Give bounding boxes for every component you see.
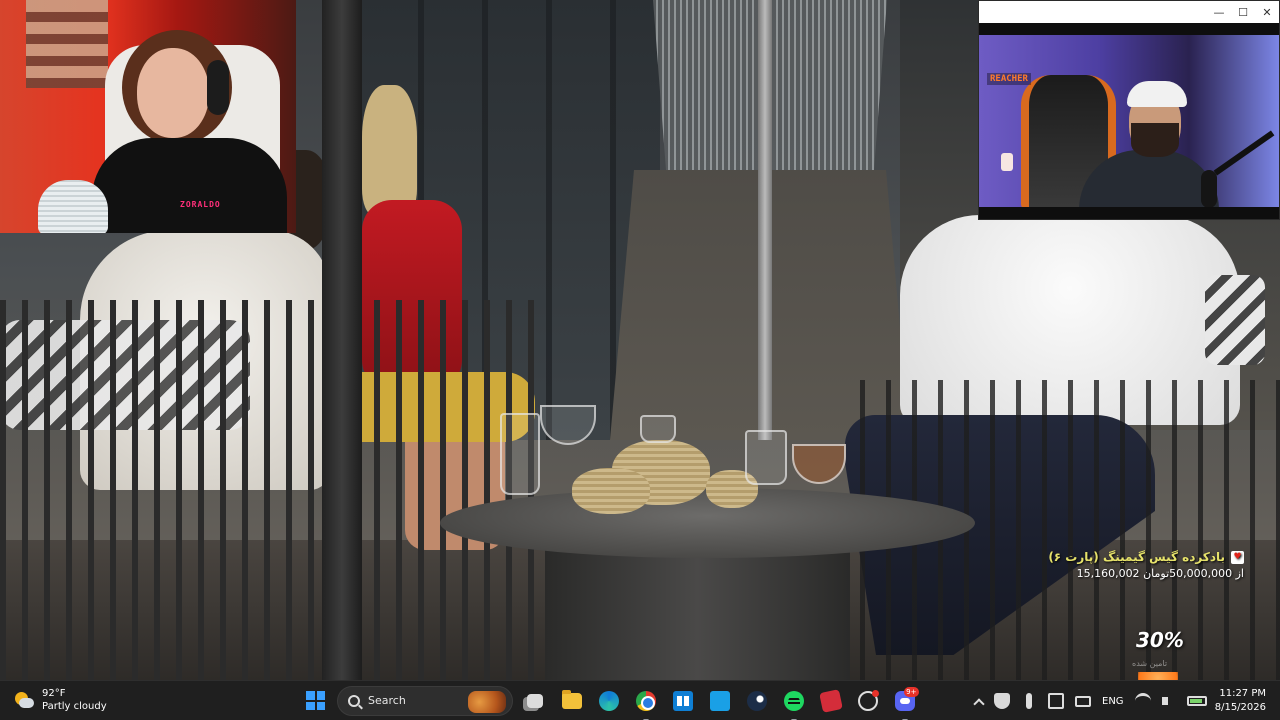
microphone-icon — [1201, 170, 1217, 207]
start-button[interactable] — [300, 685, 331, 716]
search-placeholder: Search — [368, 694, 406, 707]
dark-pillar — [322, 0, 362, 680]
weather-text: 92°F Partly cloudy — [42, 687, 107, 713]
stream-window[interactable]: — ☐ ✕ REACHER — [978, 0, 1280, 220]
wall-photos — [26, 0, 108, 88]
clock-app-icon — [857, 689, 879, 711]
clock-date: 8/15/2026 — [1214, 702, 1266, 713]
app-tray-icon[interactable] — [1048, 693, 1064, 709]
file-explorer-icon — [561, 689, 582, 709]
clock-app-button[interactable] — [852, 685, 883, 716]
discord-button[interactable]: 9+ — [889, 685, 920, 720]
microsoft-store-button[interactable] — [667, 685, 698, 716]
file-explorer-button[interactable] — [556, 685, 587, 716]
neon-sign: REACHER — [987, 73, 1031, 85]
edge-icon — [598, 690, 619, 711]
taskbar-center: Search 9+ — [300, 685, 920, 720]
shirt-logo: ZORALDO — [180, 200, 221, 209]
wine-glass — [745, 430, 787, 485]
close-button[interactable]: ✕ — [1255, 1, 1279, 23]
heart-icon: ♥ — [1231, 550, 1244, 564]
network-icon[interactable] — [1134, 693, 1151, 709]
maximize-button[interactable]: ☐ — [1231, 1, 1255, 23]
chrome-button[interactable] — [630, 685, 661, 720]
goal-percent: 30% — [1136, 628, 1184, 652]
search-icon — [348, 694, 360, 707]
tall-glass — [500, 413, 540, 495]
patio-heater-pole — [758, 0, 772, 440]
spotify-button[interactable] — [778, 685, 809, 720]
task-view-icon — [526, 693, 543, 708]
discord-badge: 9+ — [904, 686, 919, 697]
headset-icon — [207, 60, 229, 115]
streamer-shirt — [92, 138, 287, 233]
cocktail-glass — [792, 444, 846, 484]
lamp — [1001, 153, 1013, 171]
screen: ZORALDO — ☐ ✕ REACHER بادکرده گیس گیمینگ… — [0, 0, 1280, 720]
goal-title: بادکرده گیس گیمینگ (پارت ۶) — [1048, 550, 1225, 564]
language-indicator[interactable]: ENG — [1102, 696, 1124, 707]
search-highlight-image — [468, 690, 506, 713]
woman-hair — [362, 85, 417, 215]
sync-button[interactable] — [704, 685, 735, 716]
white-cap — [1127, 81, 1187, 107]
streamer-beard — [1131, 123, 1179, 157]
volume-icon[interactable] — [1161, 697, 1176, 705]
webcam-overlay-left: ZORALDO — [0, 0, 296, 233]
mic-arm — [1213, 130, 1275, 176]
windows-start-icon — [306, 691, 325, 710]
microphone-icon — [38, 180, 108, 233]
water-glass — [640, 415, 676, 443]
streamer-camera-feed: REACHER — [979, 35, 1279, 207]
woven-basket-medium — [572, 468, 650, 514]
table-base — [545, 540, 850, 680]
goal-title-row: بادکرده گیس گیمینگ (پارت ۶) ♥ — [1048, 550, 1244, 564]
chrome-icon — [635, 690, 656, 711]
discord-icon: 9+ — [894, 686, 919, 711]
cards-button[interactable] — [815, 685, 846, 716]
security-icon[interactable] — [994, 693, 1010, 709]
streamer-face — [137, 48, 209, 138]
taskbar-clock[interactable]: 11:27 PM 8/15/2026 — [1215, 687, 1266, 715]
sync-icon — [709, 690, 730, 711]
microphone-icon[interactable] — [1026, 693, 1032, 709]
partly-cloudy-icon — [14, 690, 34, 710]
clock-time: 11:27 PM — [1219, 688, 1266, 699]
show-hidden-icons-chevron-icon[interactable] — [973, 697, 985, 710]
donation-goal: بادکرده گیس گیمینگ (پارت ۶) ♥ 15,160,002… — [1048, 550, 1244, 580]
weather-condition: Partly cloudy — [42, 701, 107, 712]
edge-button[interactable] — [593, 685, 624, 716]
window-titlebar[interactable]: — ☐ ✕ — [979, 1, 1279, 23]
minimize-button[interactable]: — — [1207, 1, 1231, 23]
goal-percent-label: تامین شده — [1132, 659, 1168, 668]
task-view-button[interactable] — [519, 685, 550, 716]
cards-icon — [818, 688, 843, 713]
keyboard-icon[interactable] — [1075, 695, 1091, 707]
chevron-cushion-right — [1205, 275, 1265, 365]
goal-amount: 15,160,002 از 50,000,000تومان — [1076, 567, 1244, 580]
weather-widget[interactable]: 92°F Partly cloudy — [14, 687, 107, 713]
taskbar-search[interactable]: Search — [337, 685, 513, 716]
microsoft-store-icon — [672, 690, 693, 711]
taskbar: 92°F Partly cloudy Search 9+ ENG 11:27 P… — [0, 680, 1280, 720]
steam-button[interactable] — [741, 685, 772, 716]
system-tray: ENG — [973, 681, 1207, 720]
weather-temperature: 92°F — [42, 688, 66, 699]
rope-chair-left — [0, 300, 540, 680]
spotify-icon — [783, 690, 804, 711]
steam-icon — [746, 690, 767, 711]
battery-icon[interactable] — [1186, 696, 1207, 706]
